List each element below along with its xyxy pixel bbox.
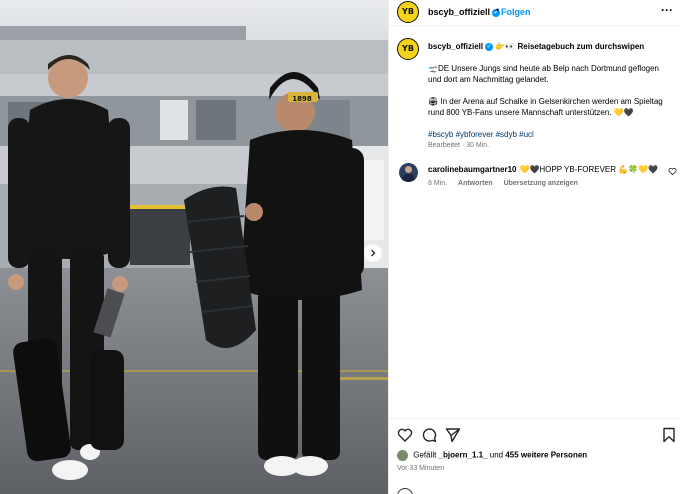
liker-username-link[interactable]: _bjoern_1.1_ bbox=[439, 451, 488, 460]
separator-dot: • bbox=[496, 5, 500, 15]
commenter-username-link[interactable]: carolinebaumgartner10 bbox=[428, 165, 516, 174]
next-slide-button[interactable] bbox=[364, 244, 382, 262]
caption-username-link[interactable]: bscyb_offiziell bbox=[428, 42, 483, 51]
caption-title: 👉👀 Reisetagebuch zum durchswipen bbox=[495, 42, 645, 51]
instagram-post-viewer: 1898 YB bscyb_offiziell ✓ • Folgen ··· Y… bbox=[0, 0, 680, 494]
caption-body: bscyb_offiziell ✓ 👉👀 Reisetagebuch zum du… bbox=[428, 41, 674, 151]
caption-avatar-initials: YB bbox=[402, 44, 414, 53]
likes-others-link[interactable]: 455 weitere Personen bbox=[505, 451, 587, 460]
header-username-link[interactable]: bscyb_offiziell bbox=[428, 7, 490, 17]
airport-tarmac-photo: 1898 bbox=[0, 0, 388, 494]
likes-summary: Gefällt _bjoern_1.1_ und 455 weitere Per… bbox=[397, 450, 587, 461]
caption-verified-badge-icon: ✓ bbox=[485, 42, 494, 51]
reply-button[interactable]: Antworten bbox=[458, 180, 493, 187]
post-actions-bar: Gefällt _bjoern_1.1_ und 455 weitere Per… bbox=[389, 418, 680, 494]
likes-middle: und bbox=[489, 450, 504, 460]
translate-button[interactable]: Übersetzung anzeigen bbox=[504, 180, 578, 187]
caption-line-2: 🏟 In der Arena auf Schalke in Gelsenkirc… bbox=[428, 97, 663, 117]
comment-item: carolinebaumgartner10 💛🖤HOPP YB-FOREVER 💪… bbox=[389, 162, 680, 192]
comment-text-row: carolinebaumgartner10 💛🖤HOPP YB-FOREVER 💪… bbox=[428, 165, 658, 174]
comment-text: 💛🖤HOPP YB-FOREVER 💪🍀💛🖤 bbox=[519, 165, 659, 174]
like-heart-icon[interactable] bbox=[397, 427, 413, 443]
comment-like-heart-icon[interactable] bbox=[668, 167, 677, 176]
share-send-icon[interactable] bbox=[445, 427, 461, 443]
caption-hashtags[interactable]: #bscyb #ybforever #sdyb #ucl bbox=[428, 129, 674, 140]
commenter-avatar[interactable] bbox=[399, 163, 418, 182]
post-details-pane: YB bscyb_offiziell ✓ • Folgen ··· YB bscy… bbox=[388, 0, 680, 494]
comment-meta: 8 Min. Antworten Übersetzung anzeigen bbox=[428, 180, 587, 187]
liker-avatar[interactable] bbox=[397, 450, 408, 461]
post-timestamp: Vor 33 Minuten bbox=[397, 465, 445, 472]
caption-avatar[interactable]: YB bbox=[397, 38, 419, 60]
edited-timestamp: Bearbeitet · 30 Min. bbox=[428, 142, 490, 149]
post-photo[interactable]: 1898 bbox=[0, 0, 388, 494]
caption-line-1: 🛫DE Unsere Jungs sind heute ab Belp nach… bbox=[428, 64, 659, 84]
follow-button[interactable]: Folgen bbox=[501, 7, 531, 17]
comment-bubble-icon[interactable] bbox=[421, 427, 437, 443]
post-header: YB bscyb_offiziell ✓ • Folgen ··· bbox=[389, 0, 680, 26]
likes-prefix: Gefällt bbox=[413, 450, 437, 460]
save-bookmark-icon[interactable] bbox=[661, 427, 677, 443]
header-username-row: bscyb_offiziell ✓ bbox=[428, 7, 501, 17]
comment-time: 8 Min. bbox=[428, 180, 448, 187]
svg-text:1898: 1898 bbox=[292, 95, 312, 103]
avatar-initials: YB bbox=[402, 7, 414, 16]
chevron-right-icon bbox=[371, 249, 376, 257]
more-options-icon[interactable]: ··· bbox=[661, 3, 673, 17]
account-avatar[interactable]: YB bbox=[397, 1, 419, 23]
